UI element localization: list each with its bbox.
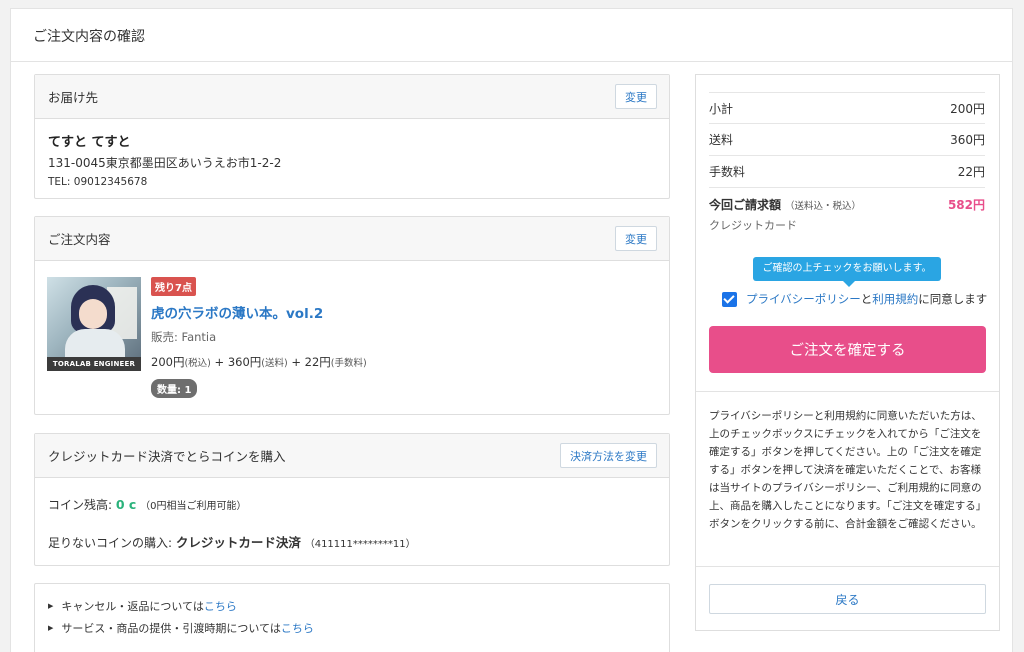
- order-summary-panel: 小計 200円 送料 360円 手数料 22円 今回ご請求額 （送料込・税込） 5…: [695, 74, 1000, 631]
- notes-card: ▶ キャンセル・返品については こちら ▶ サービス・商品の提供・引渡時期について…: [34, 583, 670, 652]
- summary-row-fee: 手数料 22円: [709, 156, 985, 188]
- shortfall-card: （411111********11）: [304, 539, 416, 550]
- payment-method-label: クレジットカード: [709, 219, 797, 232]
- product-price: 200円(税込) + 360円(送料) + 22円(手数料): [151, 354, 367, 370]
- agreement-row: プライバシーポリシーと利用規約 に同意します: [722, 291, 987, 307]
- order-item: TORALAB ENGINEER 残り7点 虎の穴ラボの薄い本。vol.2 販売…: [35, 261, 669, 414]
- payment-card-header: クレジットカード決済でとらコインを購入 決済方法を変更: [35, 434, 669, 478]
- coin-balance-note: （0円相当ご利用可能）: [140, 501, 247, 512]
- note-cancel-text: キャンセル・返品については: [61, 600, 204, 613]
- total-note: （送料込・税込）: [785, 201, 862, 212]
- legal-notice: プライバシーポリシーと利用規約に同意いただいた方は、上のチェックボックスにチェッ…: [709, 410, 982, 530]
- fee-value: 22円: [957, 165, 985, 179]
- delivery-address: てすと てすと 131-0045東京都墨田区あいうえお市1-2-2 TEL: 0…: [35, 119, 669, 200]
- back-button[interactable]: 戻る: [709, 584, 986, 614]
- subtotal-label: 小計: [709, 101, 734, 116]
- subtotal-value: 200円: [950, 101, 985, 116]
- product-seller: 販売: Fantia: [151, 330, 217, 344]
- payment-details: コイン残高: 0 c （0円相当ご利用可能） 足りないコインの購入: クレジット…: [35, 478, 669, 569]
- agree-suffix-text: に同意します: [918, 292, 988, 306]
- product-title-link[interactable]: 虎の穴ラボの薄い本。vol.2: [151, 302, 367, 322]
- recipient-name: てすと てすと: [48, 135, 131, 150]
- delivery-card-header: お届け先 変更: [35, 75, 669, 119]
- price-shipping: + 360円: [210, 355, 262, 369]
- summary-row-shipping: 送料 360円: [709, 124, 985, 156]
- stock-badge: 残り7点: [151, 277, 196, 296]
- total-label: 今回ご請求額: [709, 198, 782, 212]
- fee-label: 手数料: [709, 165, 746, 179]
- note-delivery-link[interactable]: こちら: [281, 620, 314, 636]
- check-reminder-tooltip: ご確認の上チェックをお願いします。: [753, 257, 941, 287]
- price-item: 200円: [151, 355, 185, 369]
- agree-and-text: と: [860, 292, 873, 306]
- product-cover-image[interactable]: TORALAB ENGINEER: [47, 277, 141, 371]
- delivery-heading: お届け先: [48, 90, 99, 105]
- note-delivery-text: サービス・商品の提供・引渡時期については: [61, 622, 281, 635]
- payment-card: クレジットカード決済でとらコインを購入 決済方法を変更 コイン残高: 0 c （…: [34, 433, 670, 566]
- shortfall-method: クレジットカード決済: [175, 535, 301, 550]
- notes-list: ▶ キャンセル・返品については こちら ▶ サービス・商品の提供・引渡時期について…: [35, 584, 669, 652]
- coin-shortfall: 足りないコインの購入: クレジットカード決済 （411111********11…: [48, 532, 656, 551]
- price-shipping-note: (送料): [261, 358, 288, 369]
- note-cancel: ▶ キャンセル・返品については こちら: [48, 598, 656, 614]
- quantity-badge: 数量: 1: [151, 379, 198, 398]
- summary-row-total: 今回ご請求額 （送料込・税込） 582円 クレジットカード: [709, 188, 985, 233]
- product-info: 残り7点 虎の穴ラボの薄い本。vol.2 販売: Fantia 200円(税込)…: [141, 277, 367, 398]
- order-card: ご注文内容 変更 TORALAB ENGINEER 残り7点 虎の穴ラボの薄い本…: [34, 216, 670, 415]
- caret-right-icon: ▶: [48, 624, 54, 632]
- shipping-value: 360円: [950, 133, 985, 147]
- divider: [696, 566, 999, 567]
- payment-heading: クレジットカード決済でとらコインを購入: [48, 449, 286, 464]
- delivery-card: お届け先 変更 てすと てすと 131-0045東京都墨田区あいうえお市1-2-…: [34, 74, 670, 199]
- total-value: 582円: [947, 198, 985, 212]
- summary-row-subtotal: 小計 200円: [709, 92, 985, 124]
- cover-band-text: TORALAB ENGINEER: [47, 357, 141, 371]
- total-label-wrap: 今回ご請求額 （送料込・税込）: [709, 196, 861, 213]
- recipient-tel: TEL: 09012345678: [48, 176, 148, 188]
- caret-right-icon: ▶: [48, 602, 54, 610]
- divider: [696, 391, 999, 392]
- price-summary: 小計 200円 送料 360円 手数料 22円 今回ご請求額 （送料込・税込） 5…: [709, 92, 985, 233]
- page-title: ご注文内容の確認: [11, 9, 1012, 62]
- change-payment-method-button[interactable]: 決済方法を変更: [560, 443, 657, 468]
- price-item-note: (税込): [184, 358, 211, 369]
- terms-link[interactable]: 利用規約: [872, 291, 918, 307]
- coin-balance-value: 0 c: [115, 497, 137, 512]
- agree-checkbox[interactable]: [722, 291, 737, 307]
- change-order-button[interactable]: 変更: [615, 226, 657, 251]
- order-confirmation-page: ご注文内容の確認 お届け先 変更 てすと てすと 131-0045東京都墨田区あ…: [10, 8, 1013, 652]
- note-delivery-time: ▶ サービス・商品の提供・引渡時期については こちら: [48, 620, 656, 636]
- shortfall-label: 足りないコインの購入:: [48, 536, 176, 550]
- coin-balance: コイン残高: 0 c （0円相当ご利用可能）: [48, 496, 656, 513]
- order-card-header: ご注文内容 変更: [35, 217, 669, 261]
- coin-balance-label: コイン残高:: [48, 498, 116, 512]
- recipient-address: 131-0045東京都墨田区あいうえお市1-2-2: [48, 156, 282, 170]
- confirm-order-button[interactable]: ご注文を確定する: [709, 326, 986, 373]
- change-delivery-button[interactable]: 変更: [615, 84, 657, 109]
- shipping-label: 送料: [709, 133, 734, 147]
- price-fee: + 22円: [287, 355, 331, 369]
- privacy-policy-link[interactable]: プライバシーポリシー: [746, 291, 861, 307]
- note-cancel-link[interactable]: こちら: [204, 598, 237, 614]
- price-fee-note: (手数料): [330, 358, 367, 369]
- order-heading: ご注文内容: [48, 232, 111, 247]
